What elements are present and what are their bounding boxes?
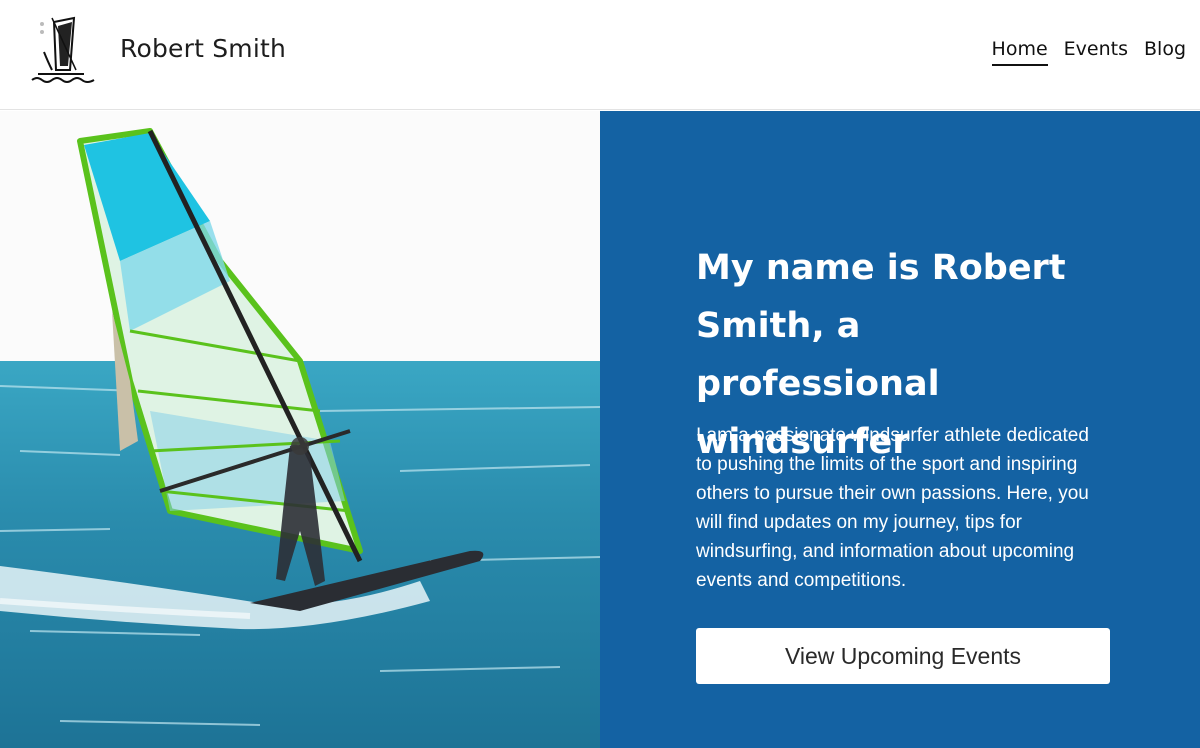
main-nav: Home Events Blog (991, 38, 1186, 66)
hero-image (0, 111, 600, 748)
view-upcoming-events-button[interactable]: View Upcoming Events (696, 628, 1110, 684)
hero-description: I am a passionate windsurfer athlete ded… (696, 425, 1089, 591)
site-title[interactable]: Robert Smith (120, 34, 286, 63)
hero-intro-panel: My name is Robert Smith, a professional … (600, 111, 1200, 748)
windsurfer-photo (0, 111, 600, 748)
nav-link-events[interactable]: Events (1064, 38, 1128, 66)
nav-link-home[interactable]: Home (991, 38, 1048, 66)
windsurfer-logo-icon[interactable] (18, 12, 100, 94)
nav-link-blog[interactable]: Blog (1144, 38, 1186, 66)
site-header: Robert Smith Home Events Blog (0, 0, 1200, 110)
